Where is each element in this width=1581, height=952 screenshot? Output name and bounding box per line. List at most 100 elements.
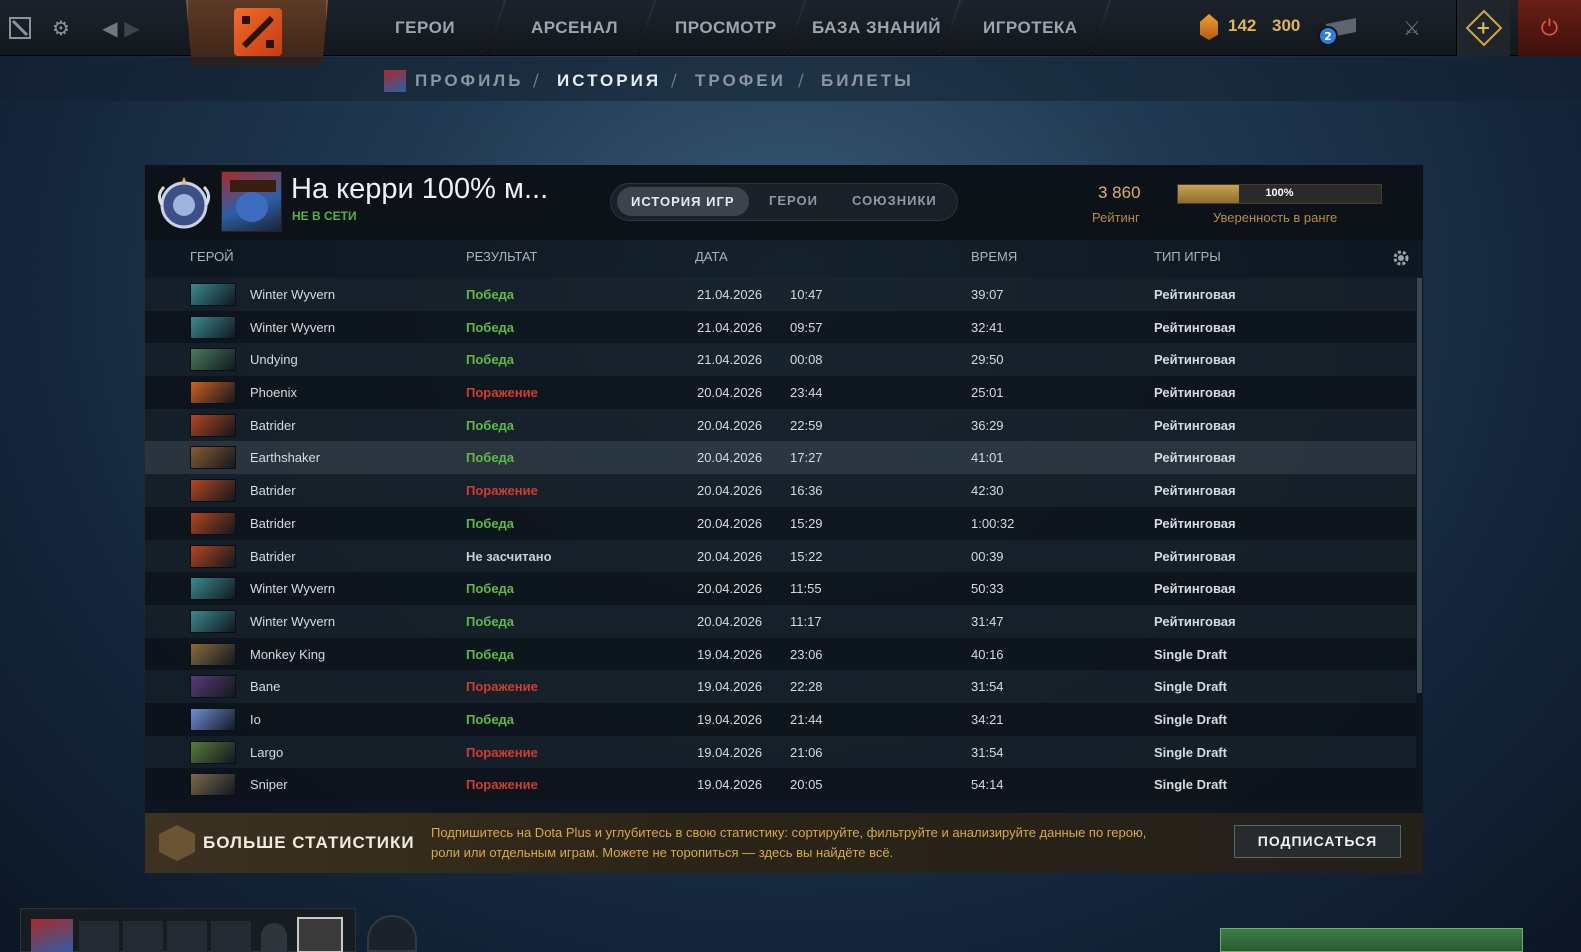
match-duration: 39:07 — [971, 287, 1004, 302]
match-time: 21:44 — [790, 711, 823, 727]
match-list-scrollbar[interactable] — [1417, 278, 1422, 693]
tab-heroes[interactable]: ГЕРОИ — [769, 193, 818, 208]
col-result[interactable]: РЕЗУЛЬТАТ — [466, 249, 537, 264]
hero-portrait — [190, 740, 236, 764]
match-result: Победа — [466, 711, 515, 727]
table-row[interactable]: Batrider Поражение 20.04.2026 16:36 42:30 Рей… — [145, 474, 1416, 507]
settings-gear-icon[interactable]: ⚙ — [47, 14, 75, 42]
dota-plus-button[interactable]: + — [1456, 0, 1510, 56]
nav-heroes[interactable]: ГЕРОИ — [395, 18, 455, 38]
table-row[interactable]: Winter Wyvern Победа 21.04.2026 09:57 32:41 Р… — [145, 310, 1416, 344]
match-duration: 32:41 — [971, 319, 1004, 335]
col-date[interactable]: ДАТА — [695, 249, 728, 264]
match-time: 09:57 — [790, 319, 823, 335]
match-duration: 54:14 — [971, 777, 1004, 793]
play-button[interactable] — [1220, 928, 1523, 952]
hero-name: Batrider — [250, 483, 296, 499]
match-date: 19.04.2026 — [697, 777, 763, 793]
game-type: Рейтинговая — [1154, 450, 1236, 466]
col-game-type[interactable]: ТИП ИГРЫ — [1154, 249, 1221, 264]
subscribe-button[interactable]: ПОДПИСАТЬСЯ — [1234, 825, 1401, 858]
col-duration[interactable]: ВРЕМЯ — [971, 249, 1017, 264]
microphone-icon[interactable] — [261, 923, 287, 952]
match-time: 10:47 — [790, 287, 823, 302]
dota-menu-icon[interactable] — [6, 14, 34, 42]
col-hero[interactable]: ГЕРОЙ — [190, 249, 234, 264]
table-row[interactable]: Phoenix Поражение 20.04.2026 23:44 25:01 Рейт… — [145, 376, 1416, 409]
table-row[interactable]: Undying Победа 21.04.2026 00:08 29:50 Рейтинг… — [145, 343, 1416, 377]
table-row[interactable]: Monkey King Победа 19.04.2026 23:06 40:16 Sin… — [145, 637, 1416, 671]
forward-arrow-icon[interactable]: ▶ — [118, 14, 146, 42]
match-result: Поражение — [466, 744, 538, 760]
match-time: 16:36 — [790, 483, 823, 499]
confidence-bar: 100% — [1177, 184, 1382, 204]
table-row[interactable]: Bane Поражение 19.04.2026 22:28 31:54 Single … — [145, 670, 1416, 703]
table-row[interactable]: Sniper Поражение 19.04.2026 20:05 54:14 Singl… — [145, 768, 1416, 801]
table-row[interactable]: Winter Wyvern Победа 21.04.2026 10:47 39:07 Р… — [145, 278, 1416, 311]
match-date: 21.04.2026 — [697, 352, 763, 368]
match-date: 20.04.2026 — [697, 613, 763, 629]
hero-portrait — [190, 315, 236, 339]
subnav-trophies[interactable]: ТРОФЕИ — [695, 71, 786, 91]
hero-portrait — [190, 609, 236, 633]
friends-icon[interactable] — [367, 915, 417, 952]
table-row[interactable]: Batrider Победа 20.04.2026 22:59 36:29 Рейтин… — [145, 408, 1416, 442]
subnav-profile[interactable]: ПРОФИЛЬ — [415, 71, 523, 91]
hero-portrait — [190, 675, 236, 699]
match-list: Winter Wyvern Победа 21.04.2026 10:47 39:07 Р… — [145, 278, 1416, 813]
party-slot[interactable] — [123, 921, 163, 952]
hero-portrait — [190, 446, 236, 470]
tokens-count: 300 — [1272, 16, 1301, 35]
game-type: Single Draft — [1154, 646, 1227, 662]
party-bar — [20, 908, 356, 952]
party-slot[interactable] — [79, 921, 119, 952]
table-row[interactable]: Batrider Не засчитано 20.04.2026 15:22 00:39… — [145, 539, 1416, 573]
match-result: Победа — [466, 417, 515, 433]
armory-icon[interactable]: ⚔ — [1398, 14, 1426, 42]
table-row[interactable]: Largo Поражение 19.04.2026 21:06 31:54 Single… — [145, 735, 1416, 769]
party-avatar[interactable] — [31, 919, 73, 952]
table-row[interactable]: Winter Wyvern Победа 20.04.2026 11:55 50:33 Р… — [145, 572, 1416, 605]
party-slot[interactable] — [211, 921, 251, 952]
match-date: 20.04.2026 — [697, 548, 763, 564]
table-row[interactable]: Winter Wyvern Победа 20.04.2026 11:17 31:47 Р… — [145, 604, 1416, 638]
nav-arcade[interactable]: ИГРОТЕКА — [983, 18, 1078, 38]
rating-label: Рейтинг — [1092, 210, 1140, 225]
battle-pass-icon[interactable] — [297, 917, 343, 952]
match-duration: 00:39 — [971, 548, 1004, 564]
avatar[interactable] — [221, 171, 282, 232]
tab-allies[interactable]: СОЮЗНИКИ — [852, 193, 937, 208]
hero-name: Winter Wyvern — [250, 287, 336, 302]
match-date: 20.04.2026 — [697, 515, 763, 531]
match-time: 23:06 — [790, 646, 823, 662]
tab-match-history[interactable]: ИСТОРИЯ ИГР — [617, 187, 749, 216]
match-date: 19.04.2026 — [697, 744, 763, 760]
match-result: Поражение — [466, 679, 538, 695]
confidence-value: 100% — [1265, 187, 1294, 199]
dota-logo-icon[interactable] — [234, 8, 282, 56]
table-row[interactable]: Earthshaker Победа 20.04.2026 17:27 41:01 Рей… — [145, 441, 1416, 475]
player-status: НЕ В СЕТИ — [292, 209, 357, 223]
hero-portrait — [190, 577, 236, 601]
shards-count: 142 — [1228, 16, 1257, 35]
hero-name: Winter Wyvern — [250, 613, 336, 629]
exit-button[interactable]: ⏻ — [1518, 0, 1581, 56]
match-history-panel: На керри 100% м... НЕ В СЕТИ ИСТОРИЯ ИГР… — [145, 165, 1423, 873]
match-duration: 36:29 — [971, 417, 1004, 433]
hero-portrait — [190, 511, 236, 535]
match-duration: 40:16 — [971, 646, 1004, 662]
party-slot[interactable] — [167, 921, 207, 952]
match-duration: 42:30 — [971, 483, 1004, 499]
nav-arsenal[interactable]: АРСЕНАЛ — [531, 18, 618, 38]
hero-name: Winter Wyvern — [250, 581, 336, 597]
table-row[interactable]: Io Победа 19.04.2026 21:44 34:21 Single Draft — [145, 702, 1416, 736]
match-duration: 31:54 — [971, 679, 1004, 695]
table-settings-gear-icon[interactable] — [1391, 248, 1411, 268]
subnav-history[interactable]: ИСТОРИЯ — [557, 71, 661, 91]
profile-header: На керри 100% м... НЕ В СЕТИ ИСТОРИЯ ИГР… — [145, 165, 1423, 240]
game-type: Single Draft — [1154, 777, 1227, 793]
subnav-tickets[interactable]: БИЛЕТЫ — [821, 71, 914, 91]
table-row[interactable]: Batrider Победа 20.04.2026 15:29 1:00:32 Рейт… — [145, 506, 1416, 540]
nav-learn[interactable]: БАЗА ЗНАНИЙ — [812, 18, 941, 38]
nav-watch[interactable]: ПРОСМОТР — [675, 18, 777, 38]
